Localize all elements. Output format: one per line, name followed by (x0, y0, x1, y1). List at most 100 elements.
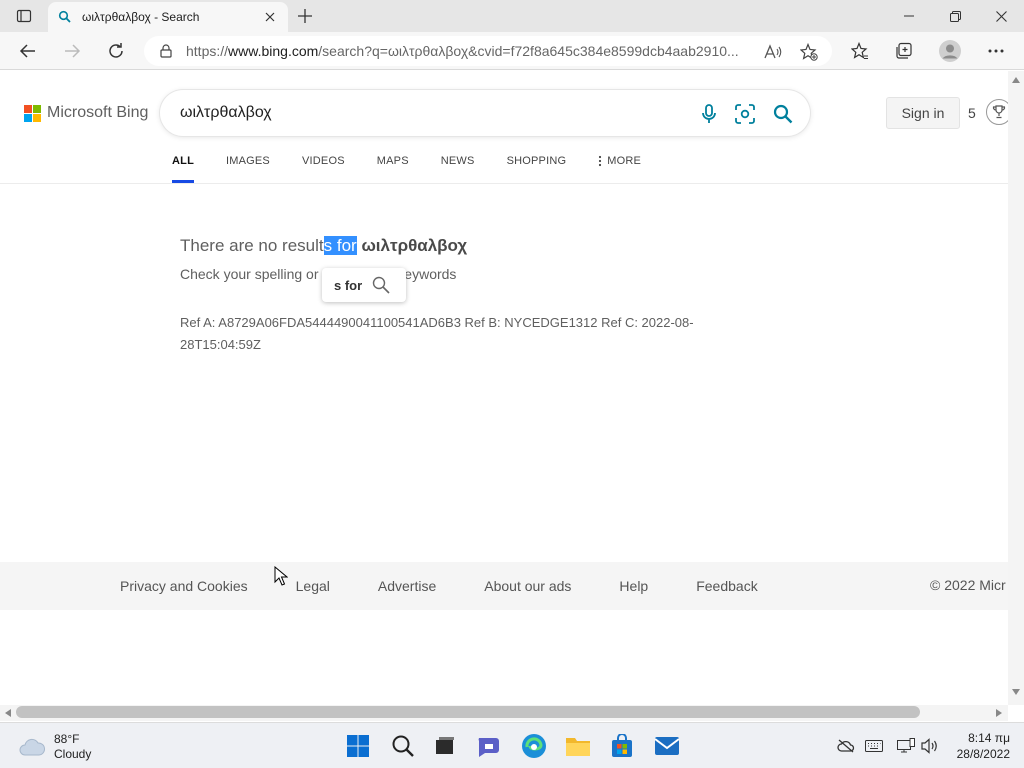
search-icon (372, 276, 390, 294)
microsoft-store-button[interactable] (607, 731, 637, 761)
vertical-scrollbar[interactable] (1008, 71, 1024, 705)
windows-logo-icon (347, 735, 369, 757)
lock-icon (160, 44, 172, 58)
url-path: /search?q=ωιλτρθαλβοχ&cvid=f72f8a645c384… (318, 43, 739, 59)
volume-button[interactable] (920, 736, 940, 756)
scroll-down-icon[interactable] (1012, 689, 1020, 695)
read-aloud-button[interactable] (762, 41, 784, 63)
search-button[interactable] (771, 102, 795, 126)
selected-text: s for (323, 236, 357, 255)
clock-date: 28/8/2022 (956, 747, 1010, 761)
bing-logo[interactable]: Microsoft Bing (24, 104, 148, 122)
new-tab-button[interactable] (292, 4, 318, 28)
close-icon (265, 12, 275, 22)
minimize-button[interactable] (886, 0, 932, 32)
close-icon (995, 10, 1007, 22)
restore-icon (949, 10, 961, 22)
task-view-button[interactable] (430, 731, 460, 761)
nav-divider (0, 183, 1008, 184)
collections-icon (896, 42, 912, 59)
mail-icon (654, 737, 680, 755)
mouse-cursor-icon (274, 566, 288, 586)
store-icon (612, 734, 632, 757)
title-bar: ωιλτρθαλβοχ - Search (0, 0, 1024, 32)
forward-button[interactable] (57, 36, 87, 66)
profile-button[interactable] (935, 36, 965, 66)
system-clock[interactable]: 8:14 πμ 28/8/2022 (950, 730, 1010, 762)
tab-news[interactable]: NEWS (441, 147, 475, 183)
taskbar-search-button[interactable] (388, 731, 418, 761)
edge-icon (522, 734, 546, 758)
sign-in-button[interactable]: Sign in (886, 97, 960, 129)
weather-temperature: 88°F (54, 732, 80, 746)
mail-button[interactable] (652, 731, 682, 761)
voice-search-button[interactable] (697, 102, 721, 126)
no-results-heading: There are no results for ωιλτρθαλβοχ (180, 236, 467, 256)
edge-taskbar-button[interactable] (519, 731, 549, 761)
back-button[interactable] (13, 36, 43, 66)
footer-link-feedback[interactable]: Feedback (696, 578, 757, 594)
address-bar[interactable]: https://www.bing.com/search?q=ωιλτρθαλβο… (144, 36, 832, 66)
tab-shopping[interactable]: SHOPPING (507, 147, 567, 183)
teams-chat-button[interactable] (474, 731, 504, 761)
keyboard-language-button[interactable] (864, 736, 884, 756)
close-window-button[interactable] (978, 0, 1024, 32)
collections-button[interactable] (889, 36, 919, 66)
start-button[interactable] (343, 731, 373, 761)
bing-search-favicon (58, 10, 71, 23)
scroll-left-icon[interactable] (5, 709, 11, 717)
tab-close-button[interactable] (262, 9, 278, 25)
minimize-icon (904, 15, 914, 17)
search-input[interactable]: ωιλτρθαλβοχ (160, 90, 810, 136)
taskbar: 88°F Cloudy 8:14 πμ 28/8/2022 (0, 722, 1024, 768)
scroll-right-icon[interactable] (996, 709, 1002, 717)
logo-text: Microsoft Bing (47, 104, 149, 121)
microphone-icon (702, 104, 716, 123)
cloud-offline-icon (837, 739, 855, 753)
favorites-button[interactable] (845, 36, 875, 66)
footer-link-advertise[interactable]: Advertise (378, 578, 436, 594)
plus-icon (298, 9, 312, 23)
copyright-text: © 2022 Micr (930, 577, 1006, 593)
tab-all[interactable]: ALL (172, 147, 194, 183)
footer-link-help[interactable]: Help (619, 578, 648, 594)
restore-button[interactable] (932, 0, 978, 32)
horizontal-scroll-thumb[interactable] (16, 706, 920, 718)
hint-end: eywords (404, 266, 457, 282)
hint-start: Check your spelling or t (180, 266, 327, 282)
popup-label: s for (334, 277, 363, 293)
browser-toolbar: https://www.bing.com/search?q=ωιλτρθαλβο… (0, 32, 1024, 70)
footer-link-about-ads[interactable]: About our ads (484, 578, 571, 594)
add-favorite-button[interactable] (798, 41, 820, 63)
keyboard-icon (865, 740, 883, 752)
rewards-count[interactable]: 5 (968, 105, 976, 121)
tab-videos[interactable]: VIDEOS (302, 147, 345, 183)
tab-title: ωιλτρθαλβοχ - Search (82, 10, 200, 24)
no-results-query: ωιλτρθαλβοχ (361, 236, 468, 255)
folder-icon (566, 738, 590, 756)
search-icon (773, 104, 793, 124)
tab-more[interactable]: MORE (598, 147, 641, 183)
settings-menu-button[interactable] (981, 36, 1011, 66)
url-prefix: https:// (186, 43, 229, 59)
weather-widget[interactable]: 88°F Cloudy (18, 732, 91, 762)
tab-actions-button[interactable] (8, 4, 40, 28)
file-explorer-button[interactable] (563, 731, 593, 761)
visual-search-button[interactable] (733, 102, 757, 126)
footer-link-legal[interactable]: Legal (296, 578, 330, 594)
network-button[interactable] (896, 736, 916, 756)
trophy-icon (992, 105, 1006, 119)
search-nav-tabs: ALL IMAGES VIDEOS MAPS NEWS SHOPPING MOR… (172, 147, 673, 183)
task-view-icon (436, 737, 454, 754)
scroll-up-icon[interactable] (1012, 77, 1020, 83)
tab-maps[interactable]: MAPS (377, 147, 409, 183)
selection-search-popup[interactable]: s for (322, 268, 406, 302)
tab-images[interactable]: IMAGES (226, 147, 270, 183)
favorites-icon (851, 42, 868, 59)
footer-link-privacy[interactable]: Privacy and Cookies (120, 578, 248, 594)
chat-icon (478, 738, 499, 757)
onedrive-button[interactable] (836, 736, 856, 756)
browser-tab[interactable]: ωιλτρθαλβοχ - Search (48, 2, 288, 32)
refresh-button[interactable] (101, 36, 131, 66)
speaker-icon (921, 738, 937, 754)
